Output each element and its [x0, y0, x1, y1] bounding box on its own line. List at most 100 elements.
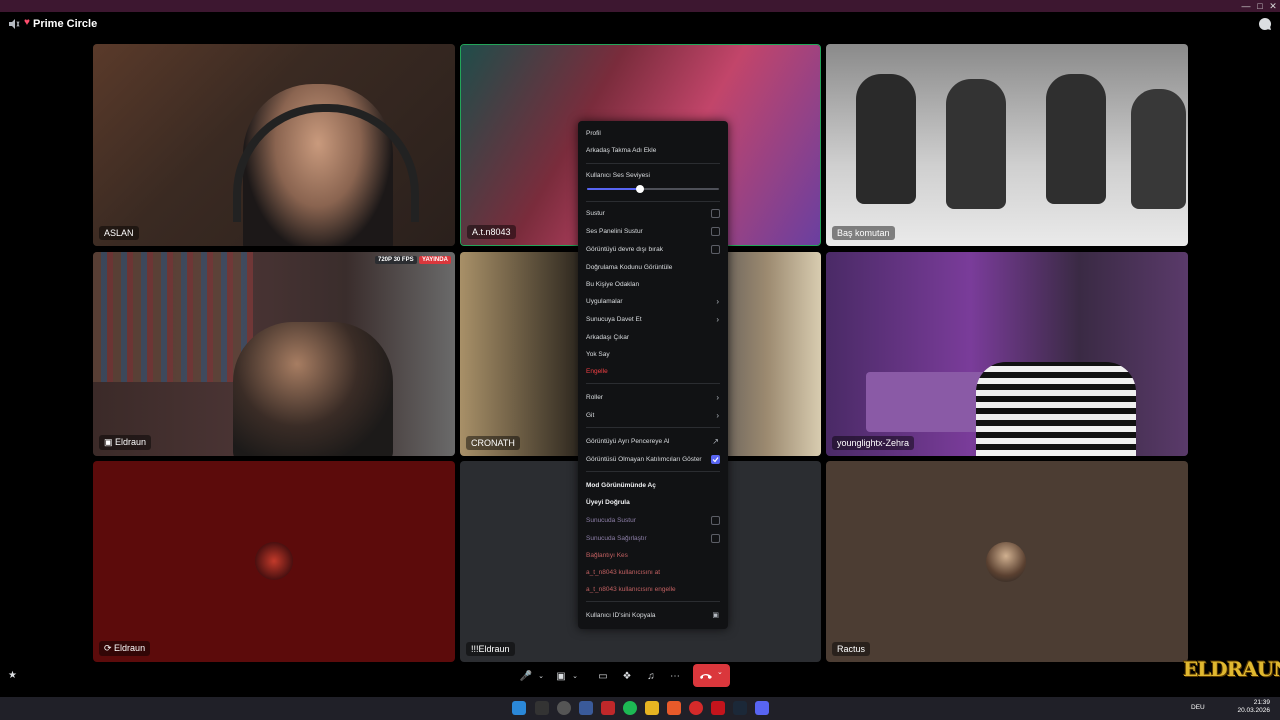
- menu-disconnect[interactable]: Bağlantıyı Kes: [586, 549, 720, 563]
- menu-copy-id[interactable]: Kullanıcı ID'sini Kopyala ▣: [586, 609, 720, 623]
- time: 21:39: [1253, 699, 1270, 706]
- tile-ractus-avatar[interactable]: Ractus: [826, 461, 1188, 662]
- spotify-icon[interactable]: [623, 701, 637, 715]
- activity-icon[interactable]: ★: [8, 670, 20, 682]
- figure-1: [856, 74, 916, 204]
- chevron-down-icon[interactable]: ⌄: [717, 668, 723, 676]
- app-icon[interactable]: [667, 701, 681, 715]
- menu-remove-friend[interactable]: Arkadaşı Çıkar: [586, 331, 720, 345]
- video-tile-eldraun-stream[interactable]: 720P 30 FPS YAYINDA ▣ Eldraun: [93, 252, 455, 456]
- menu-divider: [586, 601, 720, 602]
- menu-roles[interactable]: Roller ›: [586, 391, 720, 405]
- menu-ignore[interactable]: Yok Say: [586, 348, 720, 362]
- participant-name: A.t.n8043: [467, 225, 516, 239]
- volume-slider-knob[interactable]: [635, 185, 644, 193]
- menu-apps[interactable]: Uygulamalar ›: [586, 295, 720, 309]
- avatar: [255, 542, 293, 580]
- figure-2: [946, 79, 1006, 209]
- close-icon[interactable]: ✕: [1267, 1, 1279, 11]
- chat-icon[interactable]: [1258, 17, 1272, 31]
- app-icon[interactable]: [711, 701, 725, 715]
- menu-popout-video[interactable]: Görüntüyü Ayrı Pencereye Al ↗: [586, 435, 720, 449]
- channel-title: Prime Circle: [33, 18, 98, 30]
- menu-mute-soundboard[interactable]: Ses Panelini Sustur: [586, 225, 720, 239]
- menu-verify-member[interactable]: Üyeyi Doğrula: [586, 496, 720, 510]
- chevron-right-icon: ›: [716, 315, 719, 324]
- video-tile-bas-komutan[interactable]: Baş komutan: [826, 44, 1188, 246]
- chevron-down-icon[interactable]: ⌄: [536, 667, 546, 685]
- disable-video-checkbox[interactable]: [711, 245, 720, 254]
- menu-mod-view[interactable]: Mod Görünümünde Aç: [586, 479, 720, 493]
- menu-kick-user[interactable]: a_t_n8043 kullanıcısını at: [586, 566, 720, 580]
- app-icon[interactable]: [535, 701, 549, 715]
- camera-off-icon[interactable]: ▣: [554, 667, 568, 685]
- video-tile-younglightx-zehra[interactable]: younglightx-Zehra: [826, 252, 1188, 456]
- screen-share-icon: ▣: [104, 437, 116, 447]
- menu-add-nickname[interactable]: Arkadaş Takma Adı Ekle: [586, 144, 720, 158]
- show-non-video-checkbox[interactable]: [711, 455, 720, 464]
- menu-server-deafen[interactable]: Sunucuda Sağırlaştır: [586, 532, 720, 546]
- soundboard-icon[interactable]: ♫: [644, 667, 658, 685]
- app-icon[interactable]: [601, 701, 615, 715]
- id-icon: ▣: [712, 612, 719, 619]
- language-indicator[interactable]: DEU: [1191, 704, 1205, 711]
- participant-name: !!!Eldraun: [466, 642, 515, 656]
- call-header: ♥ Prime Circle: [0, 12, 1280, 36]
- menu-focus-person[interactable]: Bu Kişiye Odaklan: [586, 278, 720, 292]
- date: 20.03.2026: [1237, 707, 1270, 714]
- chevron-right-icon: ›: [716, 297, 719, 306]
- menu-move[interactable]: Git ›: [586, 409, 720, 423]
- opera-icon[interactable]: [689, 701, 703, 715]
- person-silhouette: [233, 322, 393, 456]
- clock[interactable]: 21:39 20.03.2026: [1237, 699, 1270, 715]
- minimize-icon[interactable]: —: [1240, 1, 1252, 11]
- popout-icon: ↗: [712, 437, 719, 446]
- menu-mute[interactable]: Sustur: [586, 207, 720, 221]
- menu-server-mute[interactable]: Sunucuda Sustur: [586, 514, 720, 528]
- eldraun-logo: ELDRAUN: [1183, 657, 1280, 681]
- live-badge: YAYINDA: [419, 256, 451, 264]
- steam-icon[interactable]: [733, 701, 747, 715]
- figure-3: [1046, 74, 1106, 204]
- menu-profile[interactable]: Profil: [586, 127, 720, 141]
- chevron-down-icon[interactable]: ⌄: [570, 667, 580, 685]
- more-options-icon[interactable]: ⋯: [668, 667, 682, 685]
- menu-show-non-video[interactable]: Görüntüsü Olmayan Katılımcıları Göster: [586, 453, 720, 467]
- chevron-right-icon: ›: [716, 411, 719, 420]
- folder-icon[interactable]: [645, 701, 659, 715]
- menu-divider: [586, 427, 720, 428]
- discord-icon[interactable]: [755, 701, 769, 715]
- start-icon[interactable]: [512, 701, 526, 715]
- screen-share-icon[interactable]: ▭: [596, 667, 610, 685]
- quality-badge: 720P 30 FPS: [375, 256, 417, 264]
- participant-name: ⟳ Eldraun: [99, 641, 151, 656]
- shelf: [93, 252, 253, 382]
- menu-block[interactable]: Engelle: [586, 365, 720, 379]
- participant-name: ASLAN: [99, 226, 139, 240]
- menu-ban-user[interactable]: a_t_n8043 kullanıcısını engelle: [586, 583, 720, 597]
- microphone-icon[interactable]: 🎤: [520, 667, 532, 685]
- checkmark-icon: [712, 457, 719, 463]
- app-icon[interactable]: [579, 701, 593, 715]
- video-tile-aslan[interactable]: ASLAN: [93, 44, 455, 246]
- menu-invite-server[interactable]: Sunucuya Davet Et ›: [586, 313, 720, 327]
- server-mute-checkbox[interactable]: [711, 516, 720, 525]
- app-icon[interactable]: [557, 701, 571, 715]
- activities-icon[interactable]: ❖: [620, 667, 634, 685]
- menu-divider: [586, 201, 720, 202]
- server-deafen-checkbox[interactable]: [711, 534, 720, 543]
- menu-view-verification[interactable]: Doğrulama Kodunu Görüntüle: [586, 261, 720, 275]
- menu-divider: [586, 163, 720, 164]
- speaker-icon[interactable]: [8, 18, 20, 30]
- mute-soundboard-checkbox[interactable]: [711, 227, 720, 236]
- maximize-icon[interactable]: □: [1254, 1, 1266, 11]
- chevron-right-icon: ›: [716, 393, 719, 402]
- disconnect-call-button[interactable]: ⌄: [693, 664, 730, 687]
- participant-name: Ractus: [832, 642, 871, 656]
- mute-checkbox[interactable]: [711, 209, 720, 218]
- volume-slider[interactable]: [587, 185, 719, 193]
- tile-eldraun-avatar[interactable]: ⟳ Eldraun: [93, 461, 455, 662]
- menu-disable-video[interactable]: Görüntüyü devre dışı bırak: [586, 243, 720, 257]
- participant-name: ▣ Eldraun: [99, 435, 152, 450]
- window-title-bar: — □ ✕: [0, 0, 1280, 12]
